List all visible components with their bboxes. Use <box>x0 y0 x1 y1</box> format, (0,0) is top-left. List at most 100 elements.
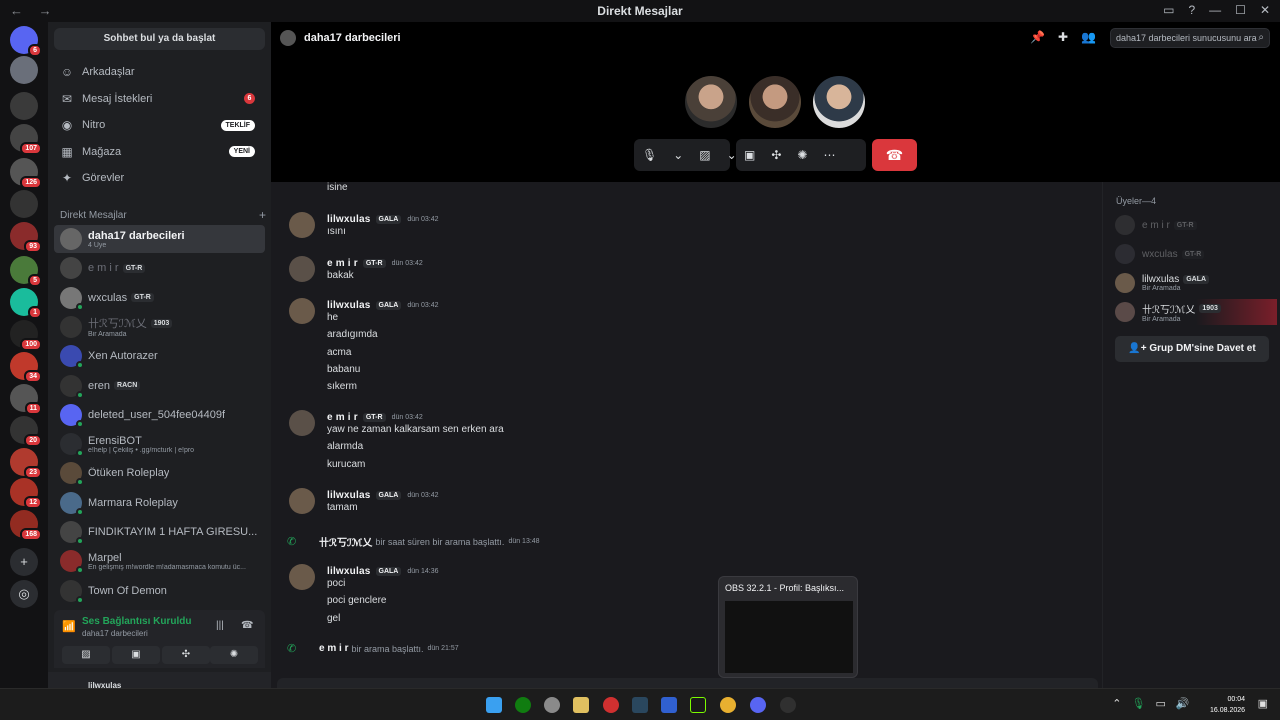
network-icon[interactable]: ▭ <box>1155 697 1165 710</box>
inbox-icon[interactable]: ▭ <box>1163 3 1174 17</box>
dm-item[interactable]: Xen Autorazer <box>54 342 265 370</box>
server-icon[interactable]: 11 <box>10 384 42 415</box>
close-button[interactable]: ✕ <box>1260 3 1270 17</box>
member-item[interactable]: wxculas GT-R <box>1115 241 1277 267</box>
dm-item[interactable]: deleted_user_504fee04409f <box>54 401 265 429</box>
chevron-up-icon[interactable]: ⌃ <box>1112 697 1121 710</box>
server-icon[interactable]: 6 <box>10 26 42 57</box>
obs-icon[interactable] <box>780 697 796 713</box>
nav-item-2[interactable]: ◉ Nitro TEKLİF <box>54 113 265 137</box>
nav-item-0[interactable]: ☺ Arkadaşlar <box>54 60 265 84</box>
maximize-button[interactable]: ☐ <box>1235 3 1246 17</box>
soundboard-button[interactable]: ✺ <box>210 646 258 664</box>
server-icon[interactable]: 107 <box>10 124 42 155</box>
server-icon[interactable]: 93 <box>10 222 42 253</box>
notification-icon[interactable]: ▣ <box>1258 697 1268 710</box>
dm-item[interactable]: Town Of Demon <box>54 577 265 605</box>
invite-to-group-button[interactable]: 👤+ Grup DM'sine Davet et <box>1115 336 1269 362</box>
add-friends-icon[interactable]: ✚ <box>1058 30 1068 44</box>
microphone-icon[interactable]: 🎙 <box>634 148 665 162</box>
nav-item-3[interactable]: ▦ Mağaza YENİ <box>54 140 265 164</box>
nav-item-4[interactable]: ✦ Görevler <box>54 166 265 190</box>
server-icon[interactable]: 126 <box>10 158 42 189</box>
message-author[interactable]: lilwxulas <box>327 214 371 225</box>
message-author[interactable]: e m i r <box>327 258 358 269</box>
soundboard-icon[interactable]: ✺ <box>789 148 815 162</box>
add-server-icon[interactable]: + <box>10 548 38 576</box>
pin-icon[interactable]: 📌 <box>1030 30 1045 44</box>
voice-channel-name[interactable]: daha17 darbecileri <box>82 629 148 638</box>
avatar[interactable] <box>289 564 315 590</box>
participant-avatar[interactable] <box>813 76 865 128</box>
volume-icon[interactable]: 🔊 <box>1176 697 1190 710</box>
server-icon[interactable]: 1 <box>10 288 42 319</box>
dm-item[interactable]: ErensiBOT e!help | Çekiliş • .gg/mcturk |… <box>54 430 265 458</box>
app-icon[interactable] <box>690 697 706 713</box>
message-author[interactable]: e m i r <box>319 643 348 654</box>
obs-window-preview[interactable]: OBS 32.2.1 - Profil: Başlıksı... <box>718 576 858 678</box>
server-icon[interactable] <box>10 56 38 84</box>
dm-item[interactable]: 卄ℛ丂ℐℳ乂 1903 Bir Aramada <box>54 313 265 341</box>
xbox-icon[interactable] <box>515 697 531 713</box>
clock[interactable]: 00:04 16.08.2026 <box>1210 694 1245 716</box>
message-input[interactable] <box>277 678 1098 688</box>
chrome-icon[interactable] <box>720 697 736 713</box>
server-icon[interactable]: 34 <box>10 352 42 383</box>
message-author[interactable]: 卄ℛ丂ℐℳ乂 <box>319 534 372 549</box>
avatar[interactable] <box>289 298 315 324</box>
dm-item[interactable]: Marpel En gelişmiş m!wordle m!adamasmaca … <box>54 547 265 575</box>
dm-item[interactable]: daha17 darbecileri 4 Üye <box>54 225 265 253</box>
server-icon[interactable]: 100 <box>10 320 42 351</box>
noise-suppression-icon[interactable]: ||| <box>216 620 224 631</box>
app-icon[interactable] <box>603 697 619 713</box>
dm-item[interactable]: e m i r GT-R <box>54 254 265 282</box>
help-icon[interactable]: ? <box>1188 3 1195 17</box>
message-author[interactable]: lilwxulas <box>327 300 371 311</box>
nav-item-1[interactable]: ✉ Mesaj İstekleri 6 <box>54 87 265 111</box>
create-dm-icon[interactable]: + <box>259 208 266 222</box>
discord-icon[interactable] <box>750 697 766 713</box>
activities-icon[interactable]: ✣ <box>763 148 789 162</box>
avatar[interactable] <box>289 488 315 514</box>
start-icon[interactable] <box>486 697 502 713</box>
voice-status-text[interactable]: Ses Bağlantısı Kuruldu <box>82 616 191 627</box>
avatar[interactable] <box>289 212 315 238</box>
member-item[interactable]: 卄ℛ丂ℐℳ乂 1903 Bir Aramada <box>1115 299 1277 325</box>
member-item[interactable]: lilwxulas GALA Bir Aramada <box>1115 270 1277 296</box>
microphone-icon[interactable]: 🎙 <box>1132 697 1146 710</box>
server-icon[interactable] <box>10 190 38 218</box>
participant-avatar[interactable] <box>749 76 801 128</box>
message-author[interactable]: lilwxulas <box>327 490 371 501</box>
camera-off-icon[interactable]: ▨ <box>691 148 718 162</box>
channel-title[interactable]: daha17 darbecileri <box>304 32 401 44</box>
dm-item[interactable]: eren RACN <box>54 372 265 400</box>
screen-share-button[interactable]: ▣ <box>112 646 160 664</box>
chevron-down-icon[interactable]: ⌄ <box>665 148 691 162</box>
minimize-button[interactable]: — <box>1209 3 1221 17</box>
discover-icon[interactable]: ◎ <box>10 580 38 608</box>
more-icon[interactable]: ⋯ <box>815 148 843 162</box>
steam-icon[interactable] <box>632 697 648 713</box>
channel-search-input[interactable]: daha17 darbecileri sunucusunu ara ⌕ <box>1110 28 1270 48</box>
file-explorer-icon[interactable] <box>573 697 589 713</box>
server-icon[interactable] <box>10 92 38 120</box>
find-conversation-button[interactable]: Sohbet bul ya da başlat <box>54 28 265 50</box>
dm-item[interactable]: Ötüken Roleplay <box>54 459 265 487</box>
message-author[interactable]: lilwxulas <box>327 566 371 577</box>
dm-item[interactable]: Marmara Roleplay <box>54 489 265 517</box>
dm-item[interactable]: FINDIKTAYIM 1 HAFTA GIRESU... <box>54 518 265 546</box>
dm-item[interactable]: wxculas GT-R <box>54 284 265 312</box>
server-icon[interactable]: 23 <box>10 448 42 479</box>
disconnect-icon[interactable]: ☎ <box>241 620 253 631</box>
screen-share-icon[interactable]: ▣ <box>736 148 763 162</box>
activities-button[interactable]: ✣ <box>162 646 210 664</box>
server-icon[interactable]: 12 <box>10 478 42 509</box>
avatar[interactable] <box>289 256 315 282</box>
signal-icon[interactable]: 📶 <box>62 620 76 633</box>
camera-off-button[interactable]: ▨ <box>62 646 110 664</box>
member-item[interactable]: e m i r GT-R <box>1115 212 1277 238</box>
server-icon[interactable]: 5 <box>10 256 42 287</box>
server-icon[interactable]: 20 <box>10 416 42 447</box>
member-list-icon[interactable]: 👥 <box>1081 30 1096 44</box>
app-icon[interactable] <box>661 697 677 713</box>
